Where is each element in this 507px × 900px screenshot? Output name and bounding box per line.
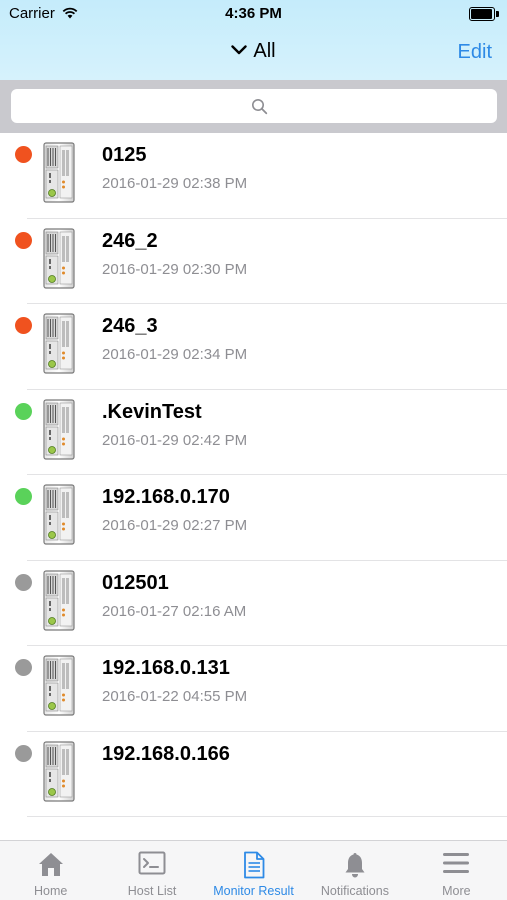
tab-label: Host List bbox=[127, 884, 177, 898]
status-dot bbox=[15, 488, 32, 505]
status-dot bbox=[15, 402, 32, 420]
status-time: 4:36 PM bbox=[225, 5, 282, 22]
tab-monitor-result[interactable]: Monitor Result bbox=[203, 841, 304, 900]
host-name: 0125 bbox=[102, 144, 147, 166]
tab-host-list[interactable]: Host List bbox=[101, 841, 202, 900]
tab-more[interactable]: More bbox=[406, 841, 507, 900]
host-name: 246_2 bbox=[102, 229, 158, 252]
server-icon bbox=[41, 655, 77, 722]
host-last-update: 2016-01-29 02:34 PM bbox=[102, 346, 248, 363]
battery-icon bbox=[469, 7, 499, 21]
terminal-icon bbox=[138, 851, 166, 880]
edit-button[interactable]: Edit bbox=[458, 41, 492, 64]
host-row[interactable]: .KevinTest 2016-01-29 02:42 PM bbox=[0, 390, 507, 475]
tab-notifications[interactable]: Notifications bbox=[304, 841, 405, 900]
host-name: 012501 bbox=[102, 571, 169, 594]
tab-home[interactable]: Home bbox=[0, 841, 101, 900]
document-icon bbox=[243, 851, 265, 884]
home-icon bbox=[37, 851, 65, 882]
server-icon bbox=[41, 227, 77, 295]
chevron-down-icon bbox=[231, 38, 248, 61]
status-dot bbox=[15, 146, 32, 163]
tab-bar: Home Host List Monitor Result Notificati… bbox=[0, 840, 507, 900]
tab-label: Notifications bbox=[320, 884, 389, 898]
host-row[interactable]: 192.168.0.166 bbox=[0, 732, 507, 817]
host-name: 246_3 bbox=[102, 315, 158, 337]
status-dot bbox=[15, 231, 32, 249]
host-row[interactable]: 192.168.0.170 2016-01-29 02:27 PM bbox=[0, 475, 507, 561]
host-last-update: 2016-01-29 02:30 PM bbox=[102, 260, 248, 278]
bell-icon bbox=[343, 851, 367, 884]
host-last-update: 2016-01-27 02:16 AM bbox=[102, 602, 247, 620]
server-icon bbox=[41, 142, 77, 209]
tab-label: Home bbox=[34, 884, 68, 898]
server-icon bbox=[41, 740, 77, 808]
host-row[interactable]: 192.168.0.131 2016-01-22 04:55 PM bbox=[0, 646, 507, 732]
tab-label: More bbox=[442, 884, 471, 898]
host-row[interactable]: 012501 2016-01-27 02:16 AM bbox=[0, 561, 507, 646]
host-name: 192.168.0.131 bbox=[102, 657, 230, 679]
host-last-update: 2016-01-29 02:38 PM bbox=[102, 175, 248, 192]
status-dot bbox=[15, 659, 32, 676]
host-list: 0125 2016-01-29 02:38 PM 246_2 2016-01-2… bbox=[0, 133, 507, 817]
status-dot bbox=[15, 317, 32, 334]
host-row[interactable]: 246_2 2016-01-29 02:30 PM bbox=[0, 219, 507, 304]
search-input[interactable] bbox=[11, 89, 497, 123]
status-dot bbox=[15, 744, 32, 762]
page-title: All bbox=[253, 40, 276, 63]
server-icon bbox=[41, 313, 77, 380]
app-header: Carrier 4:36 PM All Edit bbox=[0, 0, 507, 80]
host-last-update: 2016-01-29 02:42 PM bbox=[102, 431, 248, 449]
server-icon bbox=[41, 484, 77, 551]
host-row[interactable]: 0125 2016-01-29 02:38 PM bbox=[0, 133, 507, 219]
host-name: 192.168.0.170 bbox=[102, 486, 230, 508]
host-last-update: 2016-01-22 04:55 PM bbox=[102, 688, 248, 705]
menu-icon bbox=[442, 851, 470, 880]
tab-label: Monitor Result bbox=[213, 884, 294, 898]
filter-dropdown[interactable]: All bbox=[0, 40, 507, 63]
server-icon bbox=[41, 569, 77, 637]
search-bar bbox=[0, 80, 507, 133]
search-icon bbox=[251, 98, 268, 120]
host-name: 192.168.0.166 bbox=[102, 742, 230, 765]
row-divider bbox=[27, 816, 507, 817]
status-dot bbox=[15, 573, 32, 591]
server-icon bbox=[41, 398, 77, 466]
host-name: .KevinTest bbox=[102, 400, 202, 423]
status-bar: Carrier 4:36 PM bbox=[0, 0, 507, 28]
host-last-update: 2016-01-29 02:27 PM bbox=[102, 517, 248, 534]
host-row[interactable]: 246_3 2016-01-29 02:34 PM bbox=[0, 304, 507, 390]
